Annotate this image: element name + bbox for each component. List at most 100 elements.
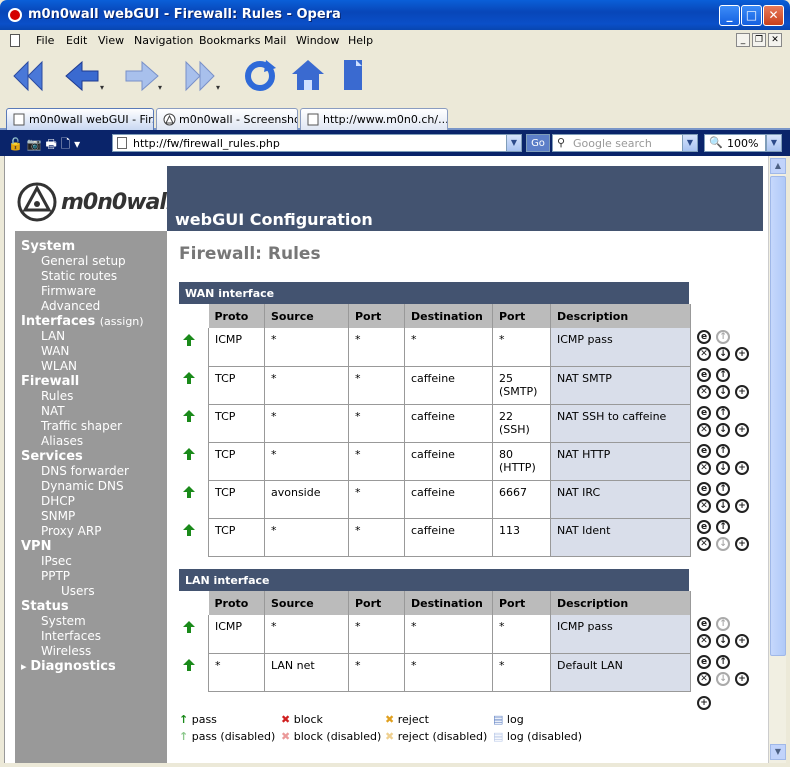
- sidebar-item-rules[interactable]: Rules: [15, 389, 167, 404]
- sidebar-item-ipsec[interactable]: IPsec: [15, 554, 167, 569]
- sidebar-item-lan[interactable]: LAN: [15, 329, 167, 344]
- move-up-button[interactable]: ↑: [716, 444, 730, 458]
- delete-rule-button[interactable]: ✕: [697, 385, 711, 399]
- sidebar-item-pptp[interactable]: PPTP: [15, 569, 167, 584]
- menu-bookmarks[interactable]: Bookmarks: [199, 34, 260, 47]
- panel-icons[interactable]: 🔓 📷 🖶 🗋 ▾: [8, 135, 80, 156]
- sidebar-item-traffic-shaper[interactable]: Traffic shaper: [15, 419, 167, 434]
- sidebar-item-advanced[interactable]: Advanced: [15, 299, 167, 314]
- edit-rule-button[interactable]: e: [697, 406, 711, 420]
- sidebar-item-dynamic-dns[interactable]: Dynamic DNS: [15, 479, 167, 494]
- tab-m0n0-ch[interactable]: http://www.m0n0.ch/...: [300, 108, 448, 130]
- delete-rule-button[interactable]: ✕: [697, 499, 711, 513]
- sidebar-item-wlan[interactable]: WLAN: [15, 359, 167, 374]
- edit-rule-button[interactable]: e: [697, 368, 711, 382]
- move-up-button[interactable]: ↑: [716, 330, 730, 344]
- delete-rule-button[interactable]: ✕: [697, 423, 711, 437]
- mdi-close-button[interactable]: ✕: [768, 33, 782, 47]
- move-up-button[interactable]: ↑: [716, 406, 730, 420]
- zoom-dropdown-button[interactable]: ▼: [766, 134, 782, 152]
- zoom-control[interactable]: 🔍 100%: [704, 134, 766, 152]
- notes-icon[interactable]: [338, 56, 368, 96]
- add-rule-button[interactable]: +: [735, 499, 749, 513]
- sidebar-item-status-interfaces[interactable]: Interfaces: [15, 629, 167, 644]
- scroll-down-button[interactable]: ▼: [770, 744, 786, 760]
- add-rule-button[interactable]: +: [735, 385, 749, 399]
- close-button[interactable]: ✕: [763, 5, 784, 26]
- sidebar-item-firmware[interactable]: Firmware: [15, 284, 167, 299]
- edit-rule-button[interactable]: e: [697, 482, 711, 496]
- delete-rule-button[interactable]: ✕: [697, 634, 711, 648]
- move-down-button[interactable]: ↓: [716, 672, 730, 686]
- url-input[interactable]: http://fw/firewall_rules.php: [112, 134, 522, 152]
- home-icon[interactable]: [290, 56, 326, 96]
- add-rule-button[interactable]: +: [735, 347, 749, 361]
- sidebar-group-diagnostics[interactable]: Diagnostics: [15, 659, 167, 674]
- scroll-up-button[interactable]: ▲: [770, 158, 786, 174]
- edit-rule-button[interactable]: e: [697, 330, 711, 344]
- sidebar-item-proxy-arp[interactable]: Proxy ARP: [15, 524, 167, 539]
- add-rule-button[interactable]: +: [735, 537, 749, 551]
- sidebar-item-status-system[interactable]: System: [15, 614, 167, 629]
- sidebar-item-wan[interactable]: WAN: [15, 344, 167, 359]
- edit-rule-button[interactable]: e: [697, 520, 711, 534]
- sidebar-item-aliases[interactable]: Aliases: [15, 434, 167, 449]
- move-down-button[interactable]: ↓: [716, 423, 730, 437]
- sidebar-item-static-routes[interactable]: Static routes: [15, 269, 167, 284]
- mdi-minimize-button[interactable]: _: [736, 33, 750, 47]
- search-input[interactable]: ⚲ Google search: [552, 134, 684, 152]
- forward-icon[interactable]: ▾: [122, 56, 162, 96]
- sidebar-item-general-setup[interactable]: General setup: [15, 254, 167, 269]
- menu-view[interactable]: View: [98, 34, 124, 47]
- vertical-scrollbar[interactable]: ▲ ▼: [768, 156, 786, 763]
- menu-navigation[interactable]: Navigation: [134, 34, 193, 47]
- scroll-thumb[interactable]: [770, 176, 786, 656]
- menu-mail[interactable]: Mail: [264, 34, 286, 47]
- move-down-button[interactable]: ↓: [716, 537, 730, 551]
- rewind-icon[interactable]: [10, 56, 46, 96]
- fast-forward-icon[interactable]: ▾: [182, 56, 222, 96]
- delete-rule-button[interactable]: ✕: [697, 347, 711, 361]
- sidebar-link-assign[interactable]: (assign): [100, 315, 144, 328]
- move-up-button[interactable]: ↑: [716, 482, 730, 496]
- sidebar-item-nat[interactable]: NAT: [15, 404, 167, 419]
- move-down-button[interactable]: ↓: [716, 461, 730, 475]
- search-dropdown-button[interactable]: ▼: [682, 134, 698, 152]
- add-rule-button[interactable]: +: [735, 634, 749, 648]
- minimize-button[interactable]: _: [719, 5, 740, 26]
- move-down-button[interactable]: ↓: [716, 347, 730, 361]
- add-rule-button[interactable]: +: [735, 672, 749, 686]
- tab-m0n0wall-webgui[interactable]: m0n0wall webGUI - Fir...: [6, 108, 154, 130]
- move-down-button[interactable]: ↓: [716, 499, 730, 513]
- move-down-button[interactable]: ↓: [716, 634, 730, 648]
- move-up-button[interactable]: ↑: [716, 520, 730, 534]
- delete-rule-button[interactable]: ✕: [697, 537, 711, 551]
- mdi-restore-button[interactable]: ❐: [752, 33, 766, 47]
- delete-rule-button[interactable]: ✕: [697, 461, 711, 475]
- delete-rule-button[interactable]: ✕: [697, 672, 711, 686]
- menu-edit[interactable]: Edit: [66, 34, 87, 47]
- sidebar-item-dns-forwarder[interactable]: DNS forwarder: [15, 464, 167, 479]
- lan-add-rule-button[interactable]: +: [697, 696, 711, 710]
- edit-rule-button[interactable]: e: [697, 617, 711, 631]
- edit-rule-button[interactable]: e: [697, 655, 711, 669]
- menu-file[interactable]: File: [36, 34, 54, 47]
- sidebar-item-dhcp[interactable]: DHCP: [15, 494, 167, 509]
- menu-help[interactable]: Help: [348, 34, 373, 47]
- sidebar-item-users[interactable]: Users: [15, 584, 167, 599]
- tab-screenshots[interactable]: m0n0wall - Screenshots: [156, 108, 298, 130]
- move-up-button[interactable]: ↑: [716, 655, 730, 669]
- edit-rule-button[interactable]: e: [697, 444, 711, 458]
- menu-window[interactable]: Window: [296, 34, 339, 47]
- move-up-button[interactable]: ↑: [716, 617, 730, 631]
- reload-icon[interactable]: [242, 56, 278, 96]
- maximize-button[interactable]: □: [741, 5, 762, 26]
- sidebar-item-snmp[interactable]: SNMP: [15, 509, 167, 524]
- move-up-button[interactable]: ↑: [716, 368, 730, 382]
- back-icon[interactable]: ▾: [64, 56, 104, 96]
- move-down-button[interactable]: ↓: [716, 385, 730, 399]
- add-rule-button[interactable]: +: [735, 461, 749, 475]
- url-dropdown-button[interactable]: ▼: [506, 134, 522, 152]
- add-rule-button[interactable]: +: [735, 423, 749, 437]
- go-button[interactable]: Go: [526, 134, 550, 152]
